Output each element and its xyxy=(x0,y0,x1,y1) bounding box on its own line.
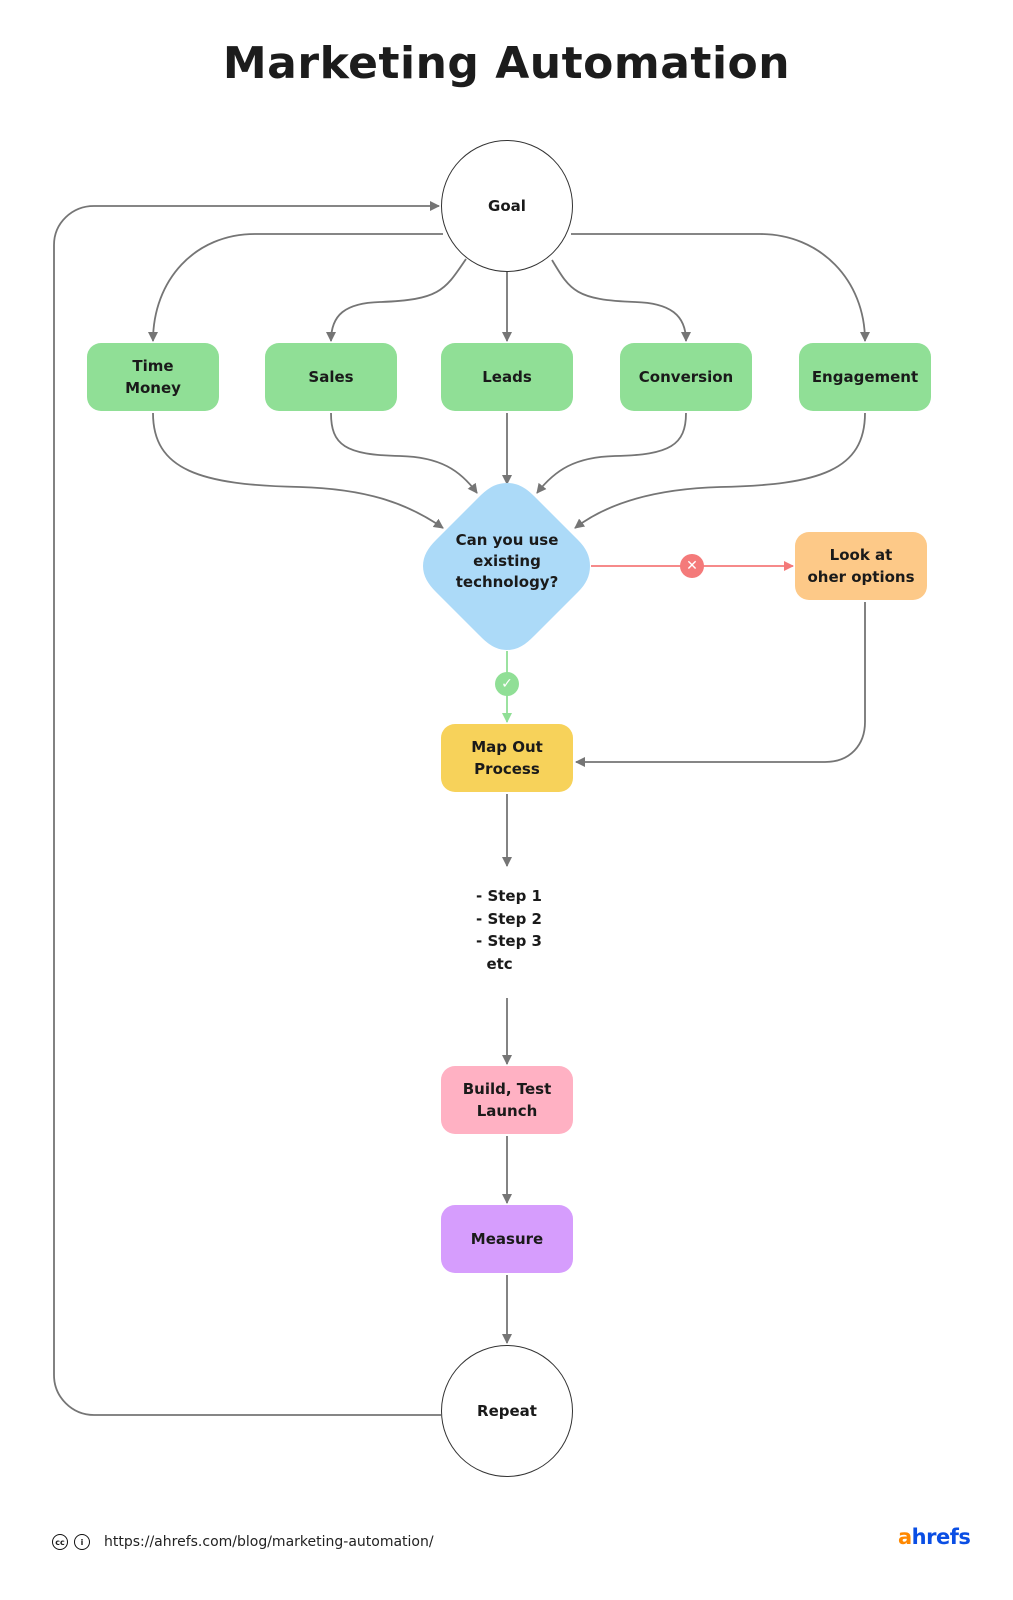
edge-time-money-decision xyxy=(152,412,444,529)
time-money-node: Time Money xyxy=(87,343,219,411)
conversion-node: Conversion xyxy=(620,343,752,411)
edge-goal-sales xyxy=(326,258,467,342)
repeat-node: Repeat xyxy=(441,1345,573,1477)
edge-goal-conversion xyxy=(551,259,691,342)
attribution-icon: i xyxy=(74,1534,90,1550)
logo-rest: hrefs xyxy=(911,1525,971,1549)
build-test-launch-node: Build, Test Launch xyxy=(441,1066,573,1134)
map-out-process-node: Map Out Process xyxy=(441,724,573,792)
leads-label: Leads xyxy=(482,368,532,386)
edge-sales-decision xyxy=(330,412,478,494)
yes-badge: ✓ xyxy=(495,672,519,696)
sales-label: Sales xyxy=(308,368,354,386)
time-money-label: Time Money xyxy=(125,357,181,397)
engagement-label: Engagement xyxy=(811,368,919,386)
build-test-launch-label: Build, Test Launch xyxy=(462,1080,552,1120)
map-out-process-label: Map Out Process xyxy=(471,738,543,778)
measure-node: Measure xyxy=(441,1205,573,1273)
check-icon: ✓ xyxy=(501,676,513,692)
edge-goal-time-money xyxy=(148,233,443,342)
edge-options-mapout xyxy=(575,602,866,767)
edge-goal-engagement xyxy=(571,233,870,342)
conversion-label: Conversion xyxy=(638,368,734,386)
look-at-options-node: Look at oher options xyxy=(795,532,927,600)
goal-label: Goal xyxy=(488,197,526,215)
close-icon: ✕ xyxy=(686,558,698,574)
ahrefs-logo: ahrefs xyxy=(898,1525,971,1549)
footer: cc i https://ahrefs.com/blog/marketing-a… xyxy=(52,1530,434,1554)
edge-conversion-decision xyxy=(536,412,687,494)
steps-list: - Step 1 - Step 2 - Step 3 etc xyxy=(476,887,542,973)
cc-icon: cc xyxy=(52,1534,68,1550)
measure-label: Measure xyxy=(470,1230,544,1248)
no-badge: ✕ xyxy=(680,554,704,578)
engagement-node: Engagement xyxy=(799,343,931,411)
logo-a: a xyxy=(898,1525,912,1549)
look-at-options-label: Look at oher options xyxy=(807,546,915,586)
goal-node: Goal xyxy=(441,140,573,272)
sales-node: Sales xyxy=(265,343,397,411)
repeat-label: Repeat xyxy=(477,1402,537,1420)
leads-node: Leads xyxy=(441,343,573,411)
edge-engagement-decision xyxy=(574,412,866,529)
decision-label: Can you use existing technology? xyxy=(455,531,559,591)
source-url[interactable]: https://ahrefs.com/blog/marketing-automa… xyxy=(104,1534,434,1550)
